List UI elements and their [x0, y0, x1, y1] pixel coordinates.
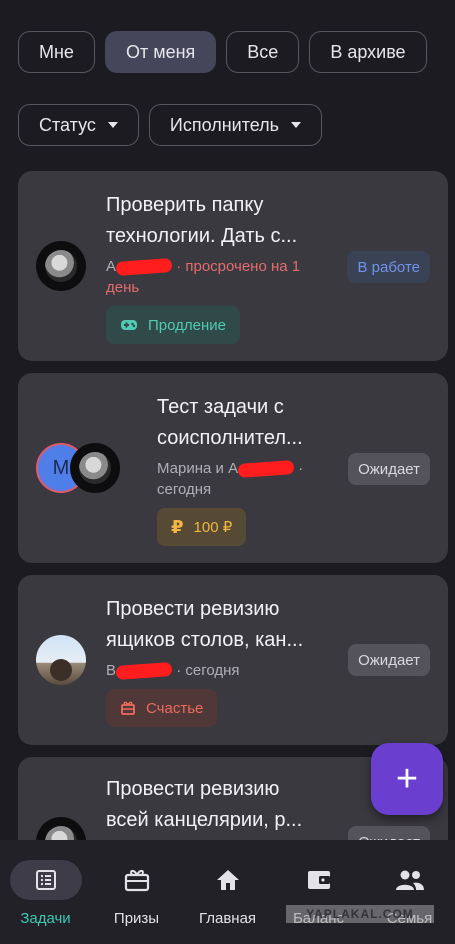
nav-label: Задачи — [20, 910, 71, 927]
task-title: Проверить папку технологии. Дать с... — [106, 194, 298, 247]
gift-icon — [121, 701, 135, 715]
task-tag: ₽ 100 ₽ — [157, 508, 247, 546]
task-tag: Счастье — [106, 689, 218, 727]
task-tag: Продление — [106, 306, 240, 344]
status-dropdown-label: Статус — [39, 114, 96, 135]
avatar — [70, 443, 120, 493]
task-title: Провести ревизию ящиков столов, кан... — [106, 598, 304, 651]
tag-label: 100 ₽ — [193, 519, 233, 536]
tasks-screen: Мне От меня Все В архиве Статус Исполнит… — [0, 0, 455, 944]
status-dropdown[interactable]: Статус — [18, 104, 139, 146]
caret-down-icon — [107, 122, 118, 128]
nav-label: Призы — [113, 910, 160, 927]
caret-down-icon — [291, 122, 302, 128]
filter-from-me[interactable]: От меня — [104, 31, 217, 73]
nav-balance[interactable]: Баланс — [273, 840, 364, 944]
status-badge: В работе — [347, 251, 430, 283]
task-card[interactable]: Проверить папку технологии. Дать с... А … — [18, 171, 448, 361]
filter-archive[interactable]: В архиве — [309, 31, 427, 73]
task-title: Тест задачи с соисполнител... — [157, 396, 303, 449]
nav-family[interactable]: Семья — [364, 840, 455, 944]
add-task-button[interactable]: + — [371, 743, 443, 815]
bottom-nav: Задачи Призы Главная Баланс Семья — [0, 840, 455, 944]
gift-icon — [101, 860, 173, 900]
watermark: YAPLAKAL.COM — [286, 905, 434, 923]
tag-label: Счастье — [146, 699, 204, 717]
family-icon — [374, 860, 446, 900]
filter-dropdowns: Статус Исполнитель — [18, 104, 323, 146]
assignee-dropdown[interactable]: Исполнитель — [148, 104, 323, 146]
filter-me[interactable]: Мне — [18, 31, 95, 73]
avatar — [36, 635, 86, 685]
task-card[interactable]: М Тест задачи с соисполнител... Марина и… — [18, 373, 448, 563]
ruble-icon: ₽ — [171, 516, 184, 537]
task-title: Провести ревизию всей канцелярии, р... — [106, 778, 303, 831]
wallet-icon — [283, 860, 355, 900]
avatar — [36, 241, 86, 291]
nav-label: Главная — [198, 910, 257, 927]
nav-prizes[interactable]: Призы — [91, 840, 182, 944]
filter-tabs: Мне От меня Все В архиве — [18, 31, 427, 73]
status-badge: Ожидает — [348, 453, 430, 485]
task-card[interactable]: Провести ревизию ящиков столов, кан... В… — [18, 575, 448, 745]
tag-label: Продление — [148, 316, 226, 334]
gamepad-icon — [121, 320, 137, 330]
tasks-list-icon — [9, 860, 82, 900]
nav-tasks[interactable]: Задачи — [0, 840, 91, 944]
task-meta: Марина и А · сегодня — [157, 460, 304, 498]
home-icon — [192, 860, 264, 900]
assignee-dropdown-label: Исполнитель — [169, 114, 280, 135]
nav-home[interactable]: Главная — [182, 840, 273, 944]
redaction-mark — [115, 662, 173, 680]
filter-all[interactable]: Все — [226, 31, 300, 73]
task-meta: В · сегодня — [106, 662, 240, 680]
task-meta: А · просрочено на 1 день — [106, 258, 301, 296]
plus-icon: + — [395, 757, 419, 800]
status-badge: Ожидает — [348, 644, 430, 676]
redaction-mark — [115, 258, 173, 276]
redaction-mark — [237, 460, 295, 478]
